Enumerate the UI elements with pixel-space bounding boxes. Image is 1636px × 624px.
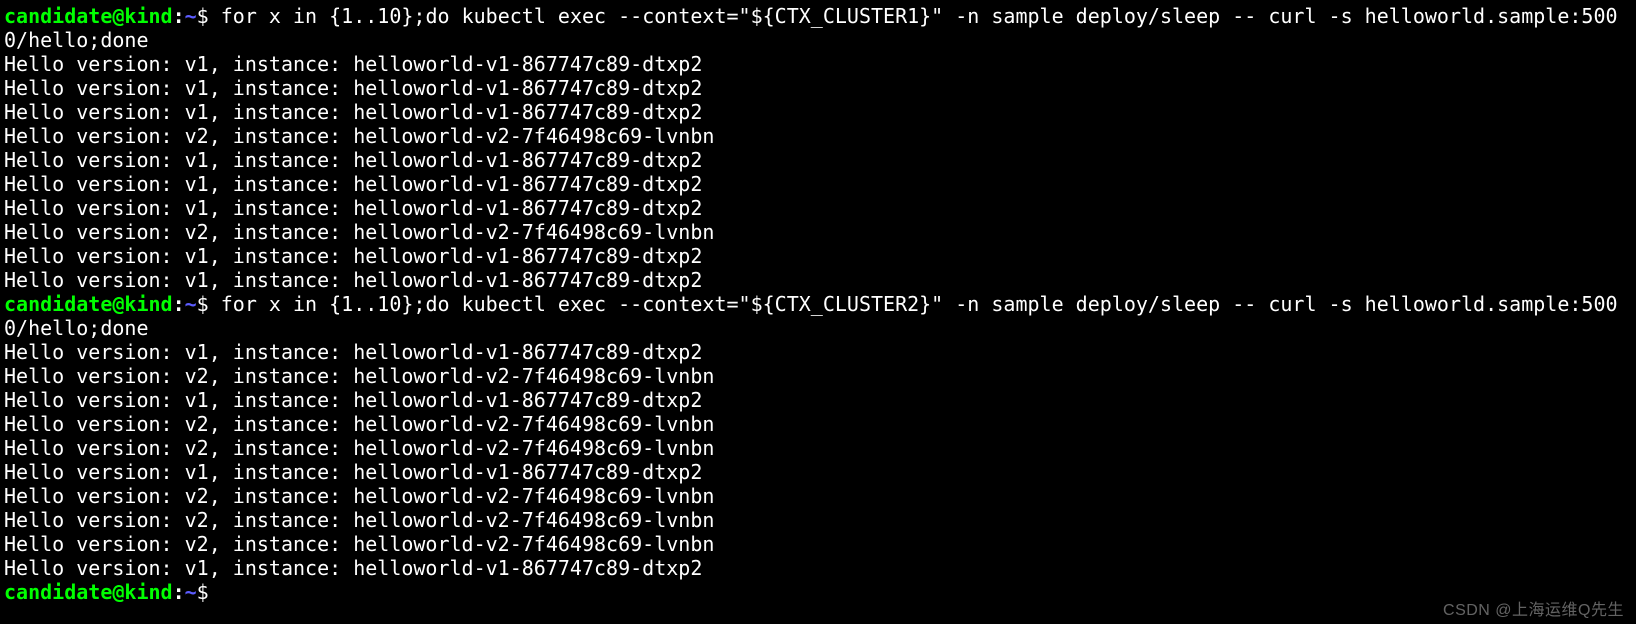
output-line: Hello version: v1, instance: helloworld-… xyxy=(4,76,702,100)
output-line: Hello version: v2, instance: helloworld-… xyxy=(4,124,714,148)
output-line: Hello version: v2, instance: helloworld-… xyxy=(4,532,714,556)
output-line: Hello version: v1, instance: helloworld-… xyxy=(4,244,702,268)
prompt-colon: : xyxy=(173,292,185,316)
prompt-path: ~ xyxy=(185,580,197,604)
output-line: Hello version: v1, instance: helloworld-… xyxy=(4,556,702,580)
output-line: Hello version: v2, instance: helloworld-… xyxy=(4,412,714,436)
prompt-colon: : xyxy=(173,4,185,28)
output-line: Hello version: v2, instance: helloworld-… xyxy=(4,508,714,532)
prompt-user: candidate@kind xyxy=(4,4,173,28)
output-line: Hello version: v2, instance: helloworld-… xyxy=(4,220,714,244)
output-line: Hello version: v1, instance: helloworld-… xyxy=(4,148,702,172)
output-line: Hello version: v1, instance: helloworld-… xyxy=(4,388,702,412)
prompt-path: ~ xyxy=(185,4,197,28)
command-text: for x in {1..10};do kubectl exec --conte… xyxy=(4,4,1618,52)
output-line: Hello version: v1, instance: helloworld-… xyxy=(4,52,702,76)
output-line: Hello version: v1, instance: helloworld-… xyxy=(4,268,702,292)
output-line: Hello version: v2, instance: helloworld-… xyxy=(4,484,714,508)
prompt-dollar: $ xyxy=(197,580,221,604)
output-line: Hello version: v2, instance: helloworld-… xyxy=(4,364,714,388)
output-line: Hello version: v1, instance: helloworld-… xyxy=(4,460,702,484)
prompt-path: ~ xyxy=(185,292,197,316)
output-line: Hello version: v1, instance: helloworld-… xyxy=(4,340,702,364)
prompt-colon: : xyxy=(173,580,185,604)
output-line: Hello version: v2, instance: helloworld-… xyxy=(4,436,714,460)
prompt-dollar: $ xyxy=(197,4,221,28)
prompt-user: candidate@kind xyxy=(4,292,173,316)
output-line: Hello version: v1, instance: helloworld-… xyxy=(4,196,702,220)
command-text: for x in {1..10};do kubectl exec --conte… xyxy=(4,292,1618,340)
watermark-text: CSDN @上海运维Q先生 xyxy=(1443,596,1624,620)
output-line: Hello version: v1, instance: helloworld-… xyxy=(4,100,702,124)
terminal[interactable]: candidate@kind:~$ for x in {1..10};do ku… xyxy=(0,0,1636,624)
prompt-user: candidate@kind xyxy=(4,580,173,604)
prompt-dollar: $ xyxy=(197,292,221,316)
output-line: Hello version: v1, instance: helloworld-… xyxy=(4,172,702,196)
